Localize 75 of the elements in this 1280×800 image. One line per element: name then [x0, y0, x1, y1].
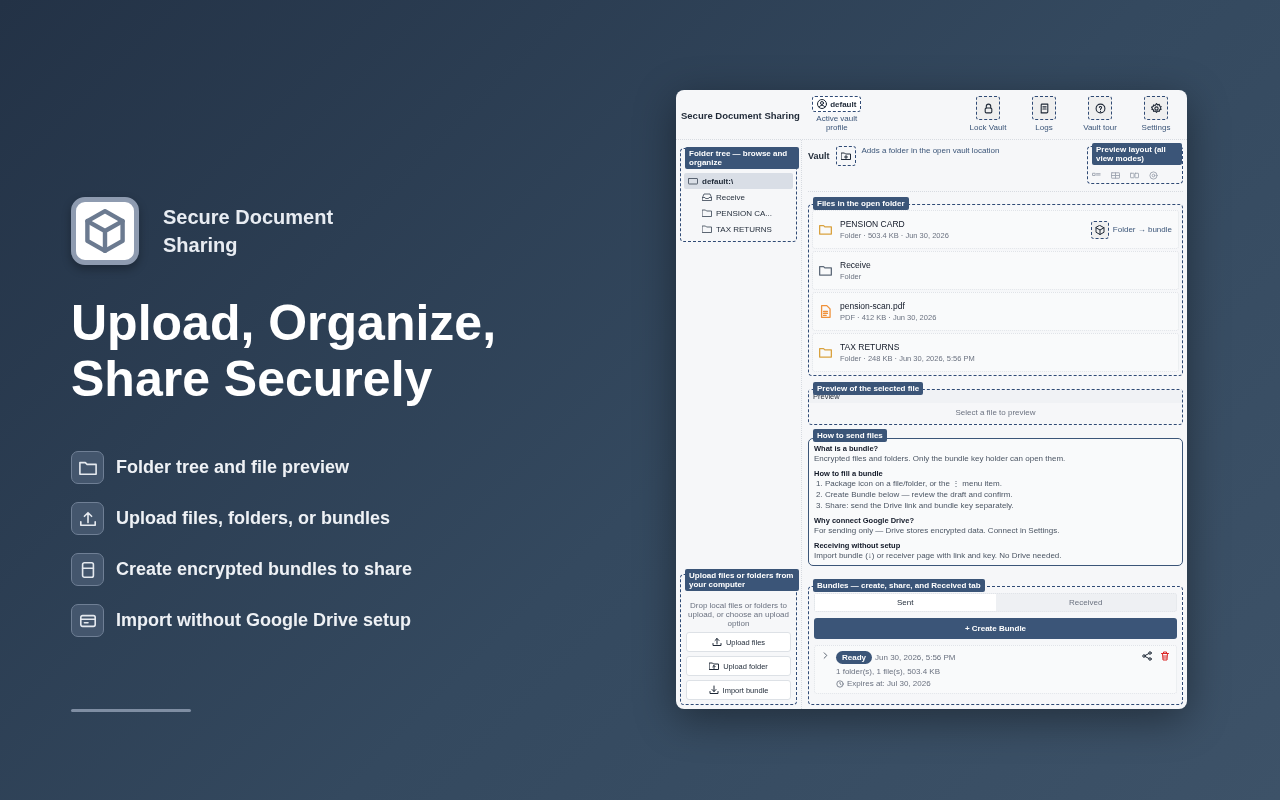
preview-empty-text: Select a file to preview: [954, 407, 1037, 417]
callout-label: Bundles — create, share, and Received tab: [813, 579, 985, 592]
file-name: Receive: [840, 260, 871, 270]
feature-icon: [71, 451, 104, 484]
drive-icon: [688, 176, 698, 186]
toolbar-button[interactable]: [1144, 96, 1168, 120]
callout-label: Preview layout (all view modes): [1092, 143, 1182, 165]
chevron-icon[interactable]: [821, 651, 830, 660]
tree-item[interactable]: PENSION CA...: [698, 205, 793, 221]
bundle-date: Jun 30, 2026, 5:56 PM: [875, 653, 956, 662]
feature-text: Folder tree and file preview: [116, 457, 350, 478]
help-text: 2. Create Bundle below — review the draft and confirm.: [815, 489, 1014, 500]
bundle-expiry: Expires at: Jul 30, 2026: [847, 679, 931, 688]
feature-icon: [71, 604, 104, 637]
toolbar-label: Settings: [1141, 123, 1171, 132]
app-name: Secure Document Sharing: [163, 205, 335, 258]
cube-icon: [1094, 224, 1105, 235]
toolbar-label: Logs: [1035, 123, 1053, 132]
headline: Upload, Organize, Share Securely: [71, 295, 498, 407]
feature-text: Upload files, folders, or bundles: [116, 508, 391, 529]
callout-label: Files in the open folder: [813, 197, 909, 210]
callout-label: Folder tree — browse and organize: [685, 147, 799, 169]
status-badge: Ready: [836, 651, 872, 664]
help-text: For sending only — Drive stores encrypted data. Connect in Settings.: [814, 525, 1061, 536]
callout-label: Upload files or folders from your computer: [685, 569, 799, 591]
toolbar-button[interactable]: [1032, 96, 1056, 120]
feature-icon: [71, 553, 104, 586]
lock-icon: [982, 102, 994, 114]
profile-caption: Active vault profile: [815, 114, 859, 132]
feature-text: Create encrypted bundles to share: [116, 559, 413, 580]
feature-icon: [71, 502, 104, 535]
drop-hint: Drop local files or folders to upload, or choose an upload option: [687, 601, 790, 628]
upload-icon: [711, 637, 722, 647]
tab[interactable]: Received: [995, 594, 1176, 611]
help-icon: [1094, 102, 1106, 114]
new-folder-button[interactable]: [835, 146, 856, 166]
new-folder-hint: Adds a folder in the open vault location: [861, 146, 1001, 156]
circle-icon: [1149, 171, 1158, 180]
help-text: 3. Share: send the Drive link and bundle key separately.: [815, 500, 1015, 511]
callout-label: How to send files: [813, 429, 887, 442]
tree-item[interactable]: TAX RETURNS: [698, 221, 793, 237]
help-text: 1. Package icon on a file/folder, or the ⋮ menu item.: [815, 478, 1003, 489]
bundle-hint: Folder → bundle: [1112, 225, 1172, 234]
tree-item[interactable]: default:\: [684, 173, 793, 189]
file-name: pension-scan.pdf: [840, 301, 906, 311]
settings-icon: [1150, 102, 1162, 114]
help-text: Encrypted files and folders. Only the bundle key holder can open them.: [814, 453, 1067, 464]
split-view-icon: [1130, 171, 1139, 180]
profile-button[interactable]: default: [812, 96, 862, 112]
bundle-button[interactable]: [1090, 220, 1109, 239]
tab[interactable]: Sent: [815, 594, 996, 611]
app-logo: [71, 197, 139, 265]
help-text: Import bundle (↓) or receiver page with link and key. No Drive needed.: [814, 550, 1063, 561]
folder-upload-icon: [709, 661, 720, 671]
toolbar-button[interactable]: [976, 96, 1000, 120]
inbox-icon: [702, 192, 712, 202]
vault-title: Vault: [808, 151, 830, 161]
file-name: PENSION CARD: [840, 219, 906, 229]
toolbar-button[interactable]: [1088, 96, 1112, 120]
callout-label: Preview of the selected file: [813, 382, 924, 395]
folder-plus-icon: [840, 151, 851, 161]
toolbar-label: Lock Vault: [969, 123, 1007, 132]
toolbar-label: Vault tour: [1083, 123, 1117, 132]
app-title: Secure Document Sharing: [681, 110, 800, 121]
grid-view-icon: [1111, 171, 1120, 180]
bundle-summary: 1 folder(s), 1 file(s), 503.4 KB: [836, 667, 942, 676]
user-icon: [817, 99, 828, 109]
feature-text: Import without Google Drive setup: [116, 610, 411, 631]
share-icon[interactable]: [1142, 651, 1152, 661]
create-bundle-button[interactable]: + Create Bundle: [814, 618, 1177, 639]
file-name: TAX RETURNS: [840, 342, 901, 352]
tree-item[interactable]: Receive: [698, 189, 793, 205]
download-icon: [708, 685, 719, 695]
clock-icon: [836, 679, 844, 688]
trash-icon[interactable]: [1160, 651, 1170, 661]
